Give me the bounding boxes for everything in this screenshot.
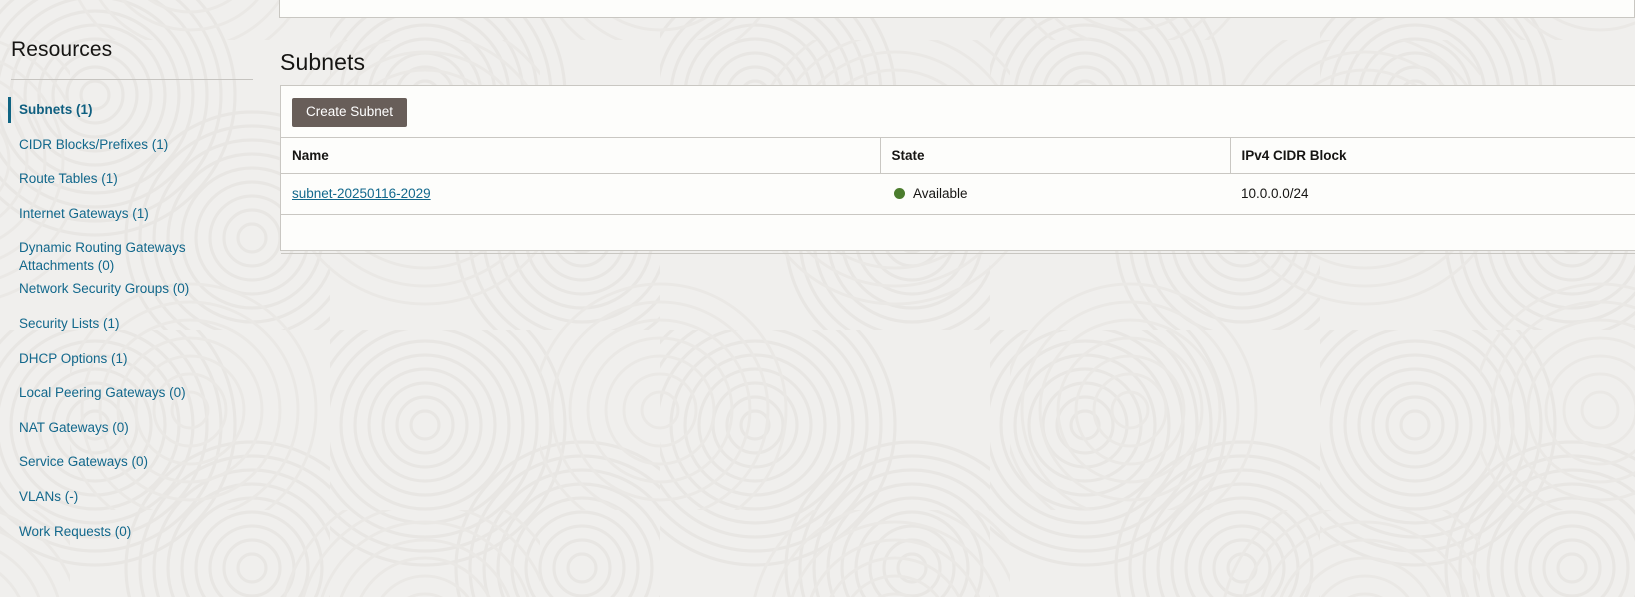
sidebar-item-work-requests[interactable]: Work Requests (0) (0, 517, 270, 552)
sidebar-item-label: Network Security Groups (0) (19, 281, 190, 297)
sidebar-item-subnets[interactable]: Subnets (1) (0, 95, 270, 130)
sidebar-item-label: Security Lists (1) (19, 315, 120, 331)
sidebar-item-label: Route Tables (1) (19, 171, 118, 187)
sidebar-item-local-peering-gateways[interactable]: Local Peering Gateways (0) (0, 378, 270, 413)
sidebar-item-nat-gateways[interactable]: NAT Gateways (0) (0, 413, 270, 448)
column-header-state[interactable]: State (879, 137, 1230, 174)
sidebar-nav-list: Subnets (1) CIDR Blocks/Prefixes (1) Rou… (0, 95, 270, 551)
sidebar-item-security-lists[interactable]: Security Lists (1) (0, 309, 270, 344)
table-footer-row (281, 214, 1635, 254)
sidebar-item-label: Subnets (1) (19, 102, 93, 117)
table-body: subnet-20250116-2029 Available 10.0.0.0/… (281, 173, 1635, 254)
footer-cell-name (281, 214, 880, 254)
sidebar-item-label: Local Peering Gateways (0) (19, 385, 186, 401)
sidebar-item-dynamic-routing-gateways-attachments[interactable]: Dynamic Routing Gateways Attachments (0) (0, 233, 270, 274)
page-title: Subnets (280, 49, 366, 76)
sidebar-item-internet-gateways[interactable]: Internet Gateways (1) (0, 199, 270, 234)
table-header: Name State IPv4 CIDR Block (281, 137, 1635, 174)
sidebar-divider (11, 79, 253, 80)
sidebar-item-dhcp-options[interactable]: DHCP Options (1) (0, 344, 270, 379)
sidebar-item-label: Dynamic Routing Gateways Attachments (0) (19, 240, 186, 273)
column-header-ipv4-cidr-block[interactable]: IPv4 CIDR Block (1229, 137, 1635, 174)
sidebar-title: Resources (11, 38, 113, 61)
footer-cell-state (880, 214, 1230, 254)
sidebar-item-label: Internet Gateways (1) (19, 205, 149, 221)
column-header-name[interactable]: Name (281, 137, 880, 174)
sidebar-item-label: Work Requests (0) (19, 523, 132, 539)
sidebar-item-route-tables[interactable]: Route Tables (1) (0, 164, 270, 199)
status-dot-green-icon (894, 188, 905, 199)
sidebar-item-label: CIDR Blocks/Prefixes (1) (19, 136, 169, 152)
sidebar-item-label: DHCP Options (1) (19, 350, 128, 366)
status-label: Available (913, 186, 968, 201)
sidebar-item-service-gateways[interactable]: Service Gateways (0) (0, 447, 270, 482)
sidebar-item-cidr-blocks-prefixes[interactable]: CIDR Blocks/Prefixes (1) (0, 130, 270, 165)
sidebar-item-label: Service Gateways (0) (19, 454, 149, 470)
table-header-row: Name State IPv4 CIDR Block (281, 137, 1635, 174)
subnets-table-panel: Create Subnet Name State IPv4 CIDR Block (280, 85, 1635, 254)
sidebar-item-network-security-groups[interactable]: Network Security Groups (0) (0, 274, 270, 309)
status-badge: Available (891, 186, 1230, 201)
create-subnet-button[interactable]: Create Subnet (292, 98, 408, 127)
subnet-name-link[interactable]: subnet-20250116-2029 (292, 186, 431, 201)
footer-cell-cidr (1230, 214, 1635, 254)
cell-ipv4-cidr-block: 10.0.0.0/24 (1230, 173, 1635, 215)
main-content: Subnets Create Subnet Name State IPv4 CI… (279, 0, 1635, 597)
cell-name: subnet-20250116-2029 (281, 173, 880, 215)
sidebar-item-vlans[interactable]: VLANs (-) (0, 482, 270, 517)
resources-sidebar: Resources Subnets (1) CIDR Blocks/Prefix… (0, 0, 270, 597)
sidebar-item-label: NAT Gateways (0) (19, 419, 129, 435)
cell-state: Available (880, 173, 1230, 215)
table-toolbar: Create Subnet (281, 86, 1635, 137)
subnets-table: Name State IPv4 CIDR Block subnet-202501… (281, 137, 1635, 254)
sidebar-item-label: VLANs (-) (19, 488, 79, 504)
table-row[interactable]: subnet-20250116-2029 Available 10.0.0.0/… (281, 173, 1635, 215)
